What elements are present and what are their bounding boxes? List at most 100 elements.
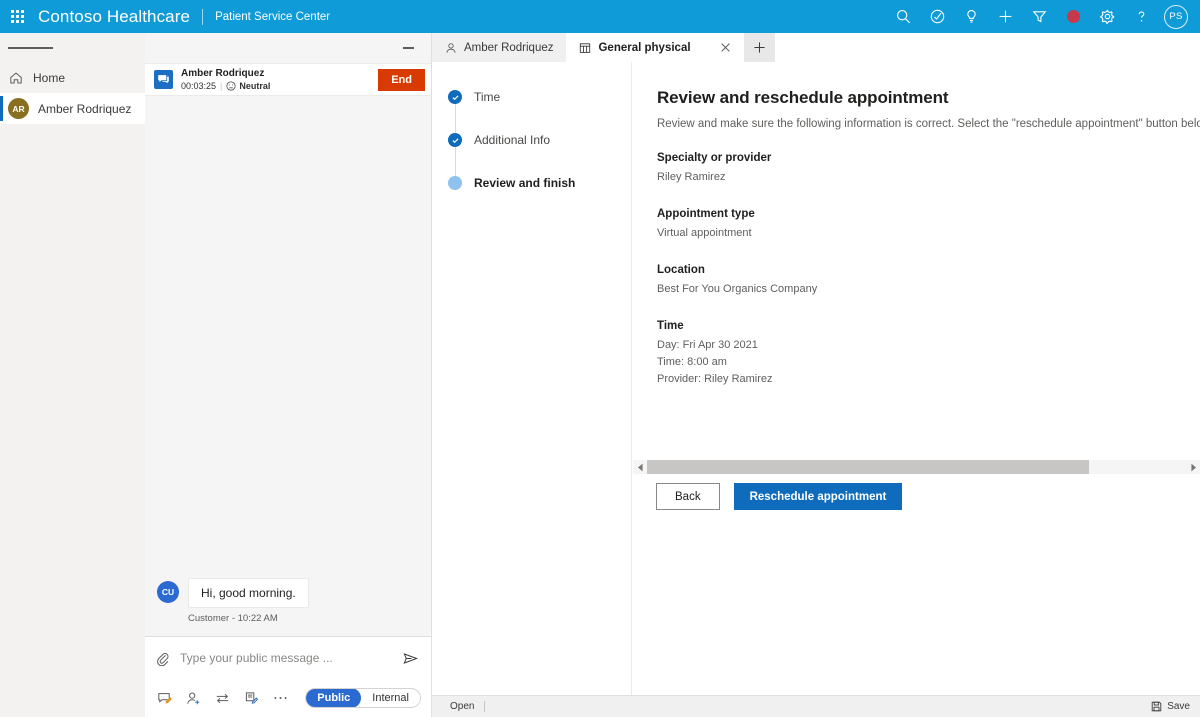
field-label: Specialty or provider xyxy=(657,152,772,164)
customer-name: Amber Rodriquez xyxy=(181,68,265,80)
save-button[interactable]: Save xyxy=(1151,701,1190,712)
user-avatar[interactable]: PS xyxy=(1164,4,1188,29)
sentiment-label: Neutral xyxy=(239,80,271,91)
sidebar-item-amber-rodriquez[interactable]: AR Amber Rodriquez xyxy=(0,93,145,124)
conversation-meta: Amber Rodriquez 00:03:25 | Neutral xyxy=(181,68,370,91)
quick-replies-icon[interactable] xyxy=(157,691,172,706)
new-tab-icon[interactable] xyxy=(743,33,775,62)
conversation-panel: Amber Rodriquez 00:03:25 | Neutral End C… xyxy=(145,33,432,717)
tab-label: General physical xyxy=(598,41,691,54)
more-options-icon[interactable] xyxy=(273,694,288,702)
calendar-icon xyxy=(580,42,591,53)
scrollbar-thumb[interactable] xyxy=(647,460,1089,474)
home-icon xyxy=(8,71,24,85)
composer-input-row xyxy=(145,637,431,679)
message-bubble: Hi, good morning. xyxy=(188,578,309,608)
tab-general-physical[interactable]: General physical xyxy=(566,33,744,62)
scrollbar-track[interactable] xyxy=(647,460,1186,474)
conversation-header: Amber Rodriquez 00:03:25 | Neutral End xyxy=(145,63,431,96)
help-icon[interactable] xyxy=(1124,0,1158,33)
chat-icon xyxy=(154,70,173,89)
app-root: Contoso Healthcare Patient Service Cente… xyxy=(0,0,1200,717)
save-label: Save xyxy=(1167,701,1190,712)
sidebar-item-label: Home xyxy=(33,71,66,85)
brand-title: Contoso Healthcare xyxy=(38,6,191,26)
transfer-icon[interactable] xyxy=(215,691,230,706)
app-name: Patient Service Center xyxy=(215,10,331,23)
close-icon[interactable] xyxy=(720,42,731,53)
filter-icon[interactable] xyxy=(1022,0,1056,33)
conversation-status: 00:03:25 | Neutral xyxy=(181,81,370,91)
sentiment-indicator: Neutral xyxy=(226,81,270,91)
field-value: Riley Ramirez xyxy=(657,171,726,183)
message-input[interactable] xyxy=(180,651,392,665)
main-content-area: Amber Rodriquez General physical Time Ad… xyxy=(432,33,1200,717)
scroll-left-arrow-icon[interactable] xyxy=(633,463,647,472)
avatar: AR xyxy=(8,98,29,119)
scroll-right-arrow-icon[interactable] xyxy=(1186,463,1200,472)
sidebar-item-home[interactable]: Home xyxy=(0,63,145,93)
step-label: Review and finish xyxy=(474,176,576,190)
field-location: Location Best For You Organics Company xyxy=(657,264,1200,298)
record-icon[interactable] xyxy=(1056,0,1090,33)
wizard-actions: Back Reschedule appointment xyxy=(656,483,903,510)
field-label: Appointment type xyxy=(657,208,755,221)
page-title: Review and reschedule appointment xyxy=(657,88,949,107)
step-review-and-finish[interactable]: Review and finish xyxy=(432,172,631,194)
step-status-icon xyxy=(448,176,462,190)
work-area: Time Additional Info Review and finish R… xyxy=(432,62,1200,695)
message-item: CU Hi, good morning. Customer - 10:22 AM xyxy=(157,578,419,624)
message-visibility-toggle[interactable]: Public Internal xyxy=(305,688,421,708)
settings-gear-icon[interactable] xyxy=(1090,0,1124,33)
field-value: Best For You Organics Company xyxy=(657,283,818,296)
panel-titlebar xyxy=(145,33,431,63)
reschedule-appointment-button[interactable]: Reschedule appointment xyxy=(733,483,903,510)
step-additional-info[interactable]: Additional Info xyxy=(432,129,631,151)
attach-file-icon[interactable] xyxy=(155,651,170,666)
notes-icon[interactable] xyxy=(244,691,259,706)
toggle-option-internal[interactable]: Internal xyxy=(361,689,420,707)
toggle-option-public[interactable]: Public xyxy=(306,689,362,707)
tab-amber-rodriquez[interactable]: Amber Rodriquez xyxy=(432,33,567,62)
step-time[interactable]: Time xyxy=(432,86,631,108)
assistant-icon[interactable] xyxy=(920,0,954,33)
step-label: Time xyxy=(474,90,501,104)
sidebar: Home AR Amber Rodriquez xyxy=(0,33,145,717)
person-icon xyxy=(446,42,456,53)
step-status-icon xyxy=(448,90,462,104)
composer-toolbar: Public Internal xyxy=(145,679,431,717)
search-icon[interactable] xyxy=(886,0,920,33)
status-divider xyxy=(484,701,486,712)
top-bar-actions: PS xyxy=(886,0,1200,33)
message-composer: Public Internal xyxy=(145,636,431,717)
status-open-label[interactable]: Open xyxy=(450,701,474,712)
insights-lightbulb-icon[interactable] xyxy=(954,0,988,33)
message-line: CU Hi, good morning. xyxy=(157,578,419,608)
send-icon[interactable] xyxy=(402,650,419,667)
back-button[interactable]: Back xyxy=(656,483,720,510)
field-appointment-type: Appointment type Virtual appointment xyxy=(657,208,1200,242)
neutral-face-icon xyxy=(226,81,236,91)
field-label: Time xyxy=(657,320,684,333)
message-list: CU Hi, good morning. Customer - 10:22 AM xyxy=(145,96,431,636)
message-timestamp: Customer - 10:22 AM xyxy=(188,613,278,624)
brand-divider xyxy=(202,8,204,25)
end-conversation-button[interactable]: End xyxy=(378,68,425,91)
add-participant-icon[interactable] xyxy=(186,691,201,706)
page-description: Review and make sure the following infor… xyxy=(657,118,1200,130)
meta-divider: | xyxy=(220,80,223,91)
horizontal-scrollbar[interactable] xyxy=(633,460,1200,474)
minimize-icon[interactable] xyxy=(397,38,419,58)
wizard-content: Review and reschedule appointment Review… xyxy=(633,62,1200,695)
field-specialty-or-provider: Specialty or provider Riley Ramirez xyxy=(657,152,1200,186)
field-value: Virtual appointment xyxy=(657,227,752,240)
tab-bar: Amber Rodriquez General physical xyxy=(432,33,1200,62)
tab-label: Amber Rodriquez xyxy=(464,41,554,54)
add-icon[interactable] xyxy=(988,0,1022,33)
hamburger-menu-icon[interactable] xyxy=(0,33,145,63)
wizard-stepper: Time Additional Info Review and finish xyxy=(432,62,632,695)
app-launcher-icon[interactable] xyxy=(0,0,34,33)
message-avatar: CU xyxy=(157,581,179,603)
step-label: Additional Info xyxy=(474,133,551,147)
top-navigation-bar: Contoso Healthcare Patient Service Cente… xyxy=(0,0,1200,33)
